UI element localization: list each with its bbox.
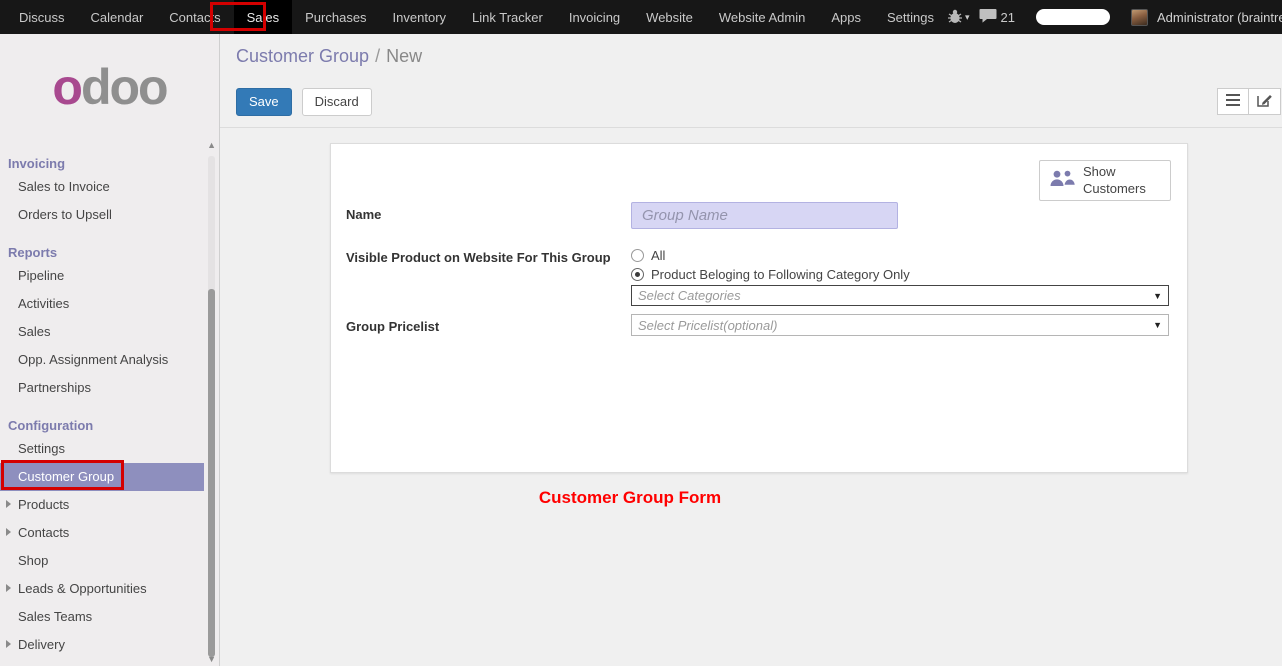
odoo-logo[interactable]: odoo <box>0 34 219 140</box>
top-menu-discuss[interactable]: Discuss <box>6 0 78 34</box>
control-panel-buttons: Save Discard <box>236 88 372 116</box>
sidebar-item-delivery[interactable]: Delivery <box>0 631 219 659</box>
top-menu-purchases[interactable]: Purchases <box>292 0 379 34</box>
sidebar-item-leads-opportunities[interactable]: Leads & Opportunities <box>0 575 219 603</box>
sidebar-item-label: Contacts <box>18 525 69 540</box>
sidebar-item-label: Leads & Opportunities <box>18 581 147 596</box>
list-view-button[interactable] <box>1217 88 1249 115</box>
sidebar-item-pipeline[interactable]: Pipeline <box>0 262 219 290</box>
breadcrumb-separator: / <box>375 46 380 66</box>
logo-rest: doo <box>81 59 167 115</box>
sidebar-item-opp-assignment-analysis[interactable]: Opp. Assignment Analysis <box>0 346 219 374</box>
customers-group-icon <box>1049 169 1075 193</box>
sidebar-item-sales[interactable]: Sales <box>0 318 219 346</box>
sidebar-item-products[interactable]: Products <box>0 491 219 519</box>
sidebar-item-label: Products <box>18 497 69 512</box>
radio-button-checked-icon <box>631 268 644 281</box>
breadcrumb: Customer Group / New <box>236 46 422 67</box>
messages-count: 21 <box>1001 10 1015 25</box>
save-button[interactable]: Save <box>236 88 292 116</box>
top-menu-inventory[interactable]: Inventory <box>380 0 459 34</box>
pricelist-select[interactable]: Select Pricelist(optional) ▼ <box>631 314 1169 336</box>
top-menu-website-admin[interactable]: Website Admin <box>706 0 818 34</box>
dropdown-caret-icon: ▼ <box>1153 291 1162 301</box>
sidebar-item-activities[interactable]: Activities <box>0 290 219 318</box>
top-navbar: Discuss Calendar Contacts Sales Purchase… <box>0 0 1282 34</box>
main-area: Customer Group / New Save Discard <box>220 34 1282 666</box>
sidebar-section-invoicing: Invoicing <box>0 156 219 171</box>
bug-icon <box>947 9 963 26</box>
expand-caret-icon <box>6 528 11 536</box>
logo-letter: o <box>52 59 81 115</box>
view-switcher <box>1217 88 1281 115</box>
sidebar-item-label: Delivery <box>18 637 65 652</box>
show-customers-button[interactable]: Show Customers <box>1039 160 1171 201</box>
categories-label-spacer <box>346 285 631 306</box>
radio-all[interactable]: All <box>631 248 910 263</box>
dropdown-caret-icon: ▼ <box>1153 320 1162 330</box>
form-fields: Name Visible Product on Website For This… <box>346 202 1172 336</box>
sidebar-item-shop[interactable]: Shop <box>0 547 219 575</box>
top-menu-settings[interactable]: Settings <box>874 0 947 34</box>
group-name-input[interactable] <box>631 202 898 229</box>
sidebar-item-sales-to-invoice[interactable]: Sales to Invoice <box>0 173 219 201</box>
radio-button-icon <box>631 249 644 262</box>
sidebar-section-configuration: Configuration <box>0 418 219 433</box>
breadcrumb-new: New <box>386 46 422 66</box>
categories-select[interactable]: Select Categories ▼ <box>631 285 1169 306</box>
top-menu-contacts[interactable]: Contacts <box>156 0 233 34</box>
scrollbar-up-arrow[interactable]: ▲ <box>207 140 216 150</box>
radio-category-label: Product Beloging to Following Category O… <box>651 267 910 282</box>
form-view-button[interactable] <box>1249 88 1281 115</box>
sidebar-section-reports: Reports <box>0 245 219 260</box>
messages-menu-button[interactable]: 21 <box>979 8 1015 26</box>
top-menu-sales[interactable]: Sales <box>234 0 293 34</box>
sidebar-item-orders-to-upsell[interactable]: Orders to Upsell <box>0 201 219 229</box>
systray-pill-widget[interactable] <box>1036 9 1110 25</box>
list-view-icon <box>1226 94 1240 109</box>
top-menu-apps[interactable]: Apps <box>818 0 874 34</box>
visible-product-label: Visible Product on Website For This Grou… <box>346 245 631 282</box>
chat-bubble-icon <box>979 8 997 26</box>
sidebar-item-customer-group[interactable]: Customer Group <box>0 463 204 491</box>
top-menu-invoicing[interactable]: Invoicing <box>556 0 633 34</box>
pricelist-placeholder: Select Pricelist(optional) <box>638 318 777 333</box>
expand-caret-icon <box>6 500 11 508</box>
user-menu[interactable]: Administrator (braintree) <box>1157 10 1282 25</box>
group-pricelist-label: Group Pricelist <box>346 314 631 336</box>
name-label: Name <box>346 202 631 229</box>
scrollbar-down-arrow[interactable]: ▼ <box>207 654 216 664</box>
systray: ▾ 21 Administrator (braintree) <box>947 0 1282 34</box>
sidebar: odoo Invoicing Sales to Invoice Orders t… <box>0 34 220 666</box>
expand-caret-icon <box>6 640 11 648</box>
categories-placeholder: Select Categories <box>638 288 741 303</box>
control-panel: Customer Group / New Save Discard <box>220 34 1282 128</box>
edit-pencil-icon <box>1257 93 1272 110</box>
show-customers-label: Show Customers <box>1083 164 1161 198</box>
top-menu-website[interactable]: Website <box>633 0 706 34</box>
sidebar-item-sales-teams[interactable]: Sales Teams <box>0 603 219 631</box>
discard-button[interactable]: Discard <box>302 88 372 116</box>
top-menu-link-tracker[interactable]: Link Tracker <box>459 0 556 34</box>
form-sheet: Show Customers Name Visible Product on W… <box>330 143 1188 473</box>
chevron-down-icon: ▾ <box>965 12 970 23</box>
sidebar-item-contacts[interactable]: Contacts <box>0 519 219 547</box>
radio-all-label: All <box>651 248 665 263</box>
visible-product-radio-group: All Product Beloging to Following Catego… <box>631 245 910 282</box>
sidebar-item-partnerships[interactable]: Partnerships <box>0 374 219 402</box>
debug-menu-button[interactable]: ▾ <box>947 9 970 26</box>
radio-category-only[interactable]: Product Beloging to Following Category O… <box>631 267 910 282</box>
sidebar-item-settings[interactable]: Settings <box>0 435 219 463</box>
top-menu-calendar[interactable]: Calendar <box>78 0 157 34</box>
scrollbar-thumb[interactable] <box>208 289 215 657</box>
avatar <box>1131 9 1148 26</box>
expand-caret-icon <box>6 584 11 592</box>
breadcrumb-customer-group[interactable]: Customer Group <box>236 46 369 66</box>
top-menu: Discuss Calendar Contacts Sales Purchase… <box>0 0 947 34</box>
